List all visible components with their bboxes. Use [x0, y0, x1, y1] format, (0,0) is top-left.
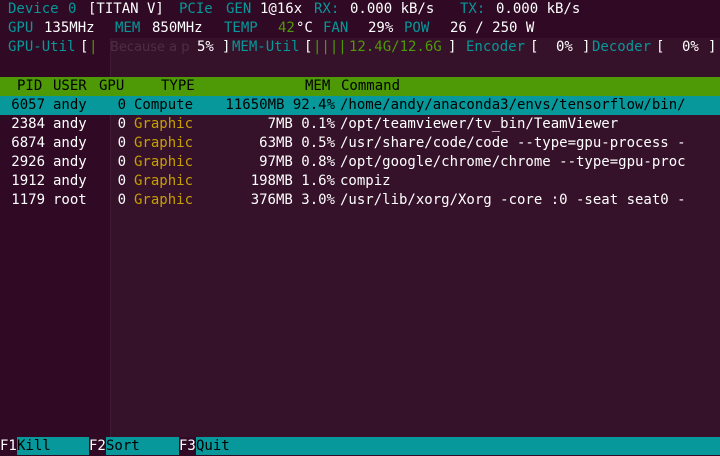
- row-type: Graphic: [134, 154, 194, 170]
- row-command: /usr/share/code/code --type=gpu-process …: [340, 135, 686, 151]
- device-label: Device: [8, 1, 59, 17]
- function-key-bar: F1 Kill F2 Sort F3 Quit: [0, 437, 720, 455]
- table-row[interactable]: 6874 andy 0 Graphic 63MB 0.5% /usr/share…: [0, 134, 720, 153]
- row-gpu: 0: [117, 97, 126, 113]
- row-type: Graphic: [134, 116, 194, 132]
- row-gpu: 0: [117, 192, 126, 208]
- clocks-line: GPU 135MHz MEM 850MHz TEMP 42 °C FAN 29% POW 26 / …: [0, 19, 720, 38]
- decoder-value: 0%: [682, 39, 699, 55]
- pow-label: POW: [404, 20, 430, 36]
- gpu-clock-value: 135MHz: [44, 20, 95, 36]
- quit-button[interactable]: Quit: [196, 437, 230, 456]
- gpu-util-label: GPU-Util: [8, 39, 76, 55]
- table-row[interactable]: 1179 root 0 Graphic 376MB 3.0% /usr/lib/…: [0, 191, 720, 210]
- fan-value: 29%: [368, 20, 394, 36]
- sort-button[interactable]: Sort: [106, 437, 140, 456]
- row-type: Compute: [134, 97, 194, 113]
- encoder-value: 0%: [556, 39, 573, 55]
- row-gpu: 0: [117, 135, 126, 151]
- encoder-bracket-open: [: [530, 39, 539, 55]
- row-pid: 2926: [11, 154, 45, 170]
- header-command[interactable]: Command: [341, 77, 400, 96]
- gen-label: GEN: [226, 1, 252, 17]
- device-name: [TITAN V]: [88, 1, 164, 17]
- temp-label: TEMP: [224, 20, 258, 36]
- row-pid: 1912: [11, 173, 45, 189]
- tx-value: 0.000 kB/s: [496, 1, 581, 17]
- f2-key[interactable]: F2: [89, 437, 106, 455]
- decoder-bracket-open: [: [656, 39, 665, 55]
- table-row[interactable]: 1912 andy 0 Graphic 198MB 1.6% compiz: [0, 172, 720, 191]
- row-pid: 6057: [11, 97, 45, 113]
- row-user: andy: [53, 116, 87, 132]
- header-mem[interactable]: MEM: [305, 77, 330, 96]
- row-mem: 7MB 0.1%: [267, 116, 335, 132]
- header-user[interactable]: USER: [53, 77, 87, 96]
- rx-label: RX:: [314, 1, 340, 17]
- mem-util-value: 12.4G/12.6G: [349, 39, 442, 55]
- gpu-util-bracket-close: ]: [222, 39, 231, 55]
- row-pid: 1179: [11, 192, 45, 208]
- row-type: Graphic: [134, 135, 194, 151]
- table-row[interactable]: 2926 andy 0 Graphic 97MB 0.8% /opt/googl…: [0, 153, 720, 172]
- encoder-label: Encoder: [466, 39, 526, 55]
- gen-value: 1@16x: [260, 1, 303, 17]
- row-gpu: 0: [117, 173, 126, 189]
- row-mem: 198MB 1.6%: [250, 173, 335, 189]
- row-mem: 376MB 3.0%: [250, 192, 335, 208]
- mem-util-bracket-close: ]: [448, 39, 457, 55]
- mem-util-label: MEM-Util: [232, 39, 300, 55]
- pow-value: 26 / 250 W: [450, 20, 535, 36]
- row-user: andy: [53, 173, 87, 189]
- gpu-util-bracket-open: [: [80, 39, 89, 55]
- device-info-line: Device 0 [TITAN V] PCIe GEN 1@16x RX: 0.000 kB/…: [0, 0, 720, 19]
- header-type[interactable]: TYPE: [161, 77, 195, 96]
- row-command: /home/andy/anaconda3/envs/tensorflow/bin…: [340, 97, 686, 113]
- pcie-label: PCIe: [179, 1, 213, 17]
- row-gpu: 0: [117, 116, 126, 132]
- device-index: 0: [68, 1, 77, 17]
- row-type: Graphic: [134, 192, 194, 208]
- kill-button[interactable]: Kill: [17, 437, 51, 456]
- temp-value: 42: [278, 20, 295, 36]
- header-pid[interactable]: PID: [17, 77, 42, 96]
- row-user: andy: [53, 97, 87, 113]
- row-command: /opt/google/chrome/chrome --type=gpu-pro…: [340, 154, 686, 170]
- f1-key[interactable]: F1: [0, 437, 17, 455]
- decoder-bracket-close: ]: [708, 39, 717, 55]
- row-user: andy: [53, 135, 87, 151]
- row-mem: 97MB 0.8%: [259, 154, 335, 170]
- row-command: /usr/lib/xorg/Xorg -core :0 -seat seat0 …: [340, 192, 686, 208]
- decoder-label: Decoder: [592, 39, 652, 55]
- tx-label: TX:: [460, 1, 486, 17]
- mem-clock-value: 850MHz: [152, 20, 203, 36]
- gpu-util-bar: |: [89, 39, 98, 55]
- temp-unit: °C: [296, 20, 313, 36]
- process-table-header: PID USER GPU TYPE MEM Command: [0, 77, 720, 96]
- row-gpu: 0: [117, 154, 126, 170]
- table-row[interactable]: 6057 andy 0 Compute 11650MB 92.4% /home/…: [0, 96, 720, 115]
- row-mem: 11650MB 92.4%: [225, 97, 335, 113]
- fan-label: FAN: [323, 20, 349, 36]
- f3-key[interactable]: F3: [179, 437, 196, 455]
- mem-clock-label: MEM: [115, 20, 141, 36]
- row-type: Graphic: [134, 173, 194, 189]
- gpu-util-value: 5%: [197, 39, 214, 55]
- row-command: compiz: [340, 173, 391, 189]
- header-gpu[interactable]: GPU: [99, 77, 124, 96]
- rx-value: 0.000 kB/s: [350, 1, 435, 17]
- table-row[interactable]: 2384 andy 0 Graphic 7MB 0.1% /opt/teamvi…: [0, 115, 720, 134]
- gpu-clock-label: GPU: [8, 20, 34, 36]
- row-pid: 6874: [11, 135, 45, 151]
- row-user: root: [53, 192, 87, 208]
- mem-util-bar: ||||: [313, 39, 347, 55]
- row-mem: 63MB 0.5%: [259, 135, 335, 151]
- utilization-line: GPU-Util[| 5%] MEM-Util[|||| 12.4G/12.6G] En…: [0, 38, 720, 57]
- encoder-bracket-close: ]: [582, 39, 591, 55]
- mem-util-bracket-open: [: [304, 39, 313, 55]
- row-command: /opt/teamviewer/tv_bin/TeamViewer: [340, 116, 619, 132]
- row-user: andy: [53, 154, 87, 170]
- row-pid: 2384: [11, 116, 45, 132]
